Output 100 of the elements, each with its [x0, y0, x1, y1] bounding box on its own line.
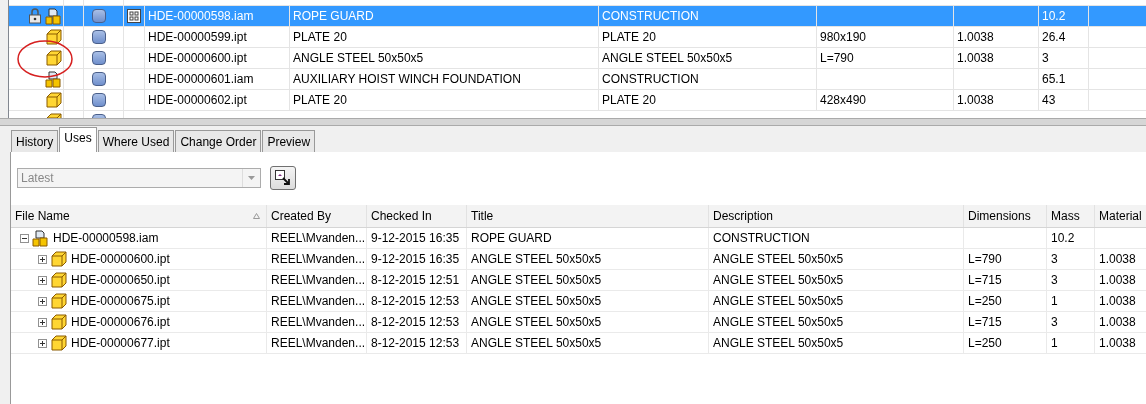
table-cell: L=790 — [964, 249, 1047, 270]
column-header[interactable]: Material — [1095, 205, 1146, 227]
arrow-icon — [274, 169, 292, 187]
table-cell: L=250 — [964, 333, 1047, 354]
grid-cell: HDE-00000599.ipt — [145, 27, 290, 47]
table-cell: 3 — [1047, 270, 1095, 291]
table-cell: 1.0038 — [1095, 291, 1146, 312]
grid-cell: HDE-00000602.ipt — [145, 90, 290, 110]
caret-icon — [248, 176, 255, 180]
table-cell: ANGLE STEEL 50x50x5 — [709, 249, 964, 270]
grid-cell: PLATE 20 — [599, 27, 817, 47]
table-cell: ANGLE STEEL 50x50x5 — [467, 333, 709, 354]
expander-icon[interactable] — [38, 338, 47, 348]
table-cell: L=715 — [964, 270, 1047, 291]
table-cell: REEL\Mvanden... — [267, 312, 367, 333]
grid-row[interactable]: HDE-00000601.iam AUXILIARY HOIST WINCH FOUNDATION CONSTRUCTION 65.1 — [9, 69, 1146, 90]
grid-cell: 10.2 — [1039, 6, 1089, 26]
grid-cell: ANGLE STEEL 50x50x5 — [290, 48, 599, 68]
table-cell: REEL\Mvanden... — [267, 249, 367, 270]
table-cell: 3 — [1047, 249, 1095, 270]
grid-cell: 1.0038 — [954, 48, 1039, 68]
grid-cell: PLATE 20 — [290, 90, 599, 110]
tab[interactable]: History — [11, 130, 59, 152]
table-cell: REEL\Mvanden... — [267, 270, 367, 291]
grid-row[interactable]: HDE-00000602.ipt PLATE 20 PLATE 20 428x490 1.0038 43 — [9, 90, 1146, 111]
grid-cell: ANGLE STEEL 50x50x5 — [599, 48, 817, 68]
grid-cell: 26.4 — [1039, 27, 1089, 47]
column-header[interactable]: Dimensions — [964, 205, 1047, 227]
grid-row[interactable]: HDE-00000599.ipt PLATE 20 PLATE 20 980x190 1.0038 26.4 — [9, 27, 1146, 48]
tab[interactable]: Change Order — [175, 130, 262, 152]
table-cell: 8-12-2015 12:53 — [367, 312, 467, 333]
column-header[interactable]: Checked In — [367, 205, 467, 227]
grid-cell: 3 — [1039, 48, 1089, 68]
status-icon — [92, 9, 106, 23]
grid-cell: 43 — [1039, 90, 1089, 110]
table-cell: ANGLE STEEL 50x50x5 — [467, 312, 709, 333]
grid-cell: HDE-00000598.iam — [145, 6, 290, 26]
table-cell: 8-12-2015 12:51 — [367, 270, 467, 291]
table-cell: 1.0038 — [1095, 312, 1146, 333]
grid-row[interactable]: HDE-00000600.ipt ANGLE STEEL 50x50x5 ANGLE STEEL 50x50x5 L=790 1.0038 3 — [9, 48, 1146, 69]
grid-cell: CONSTRUCTION — [599, 69, 817, 89]
table-cell: ANGLE STEEL 50x50x5 — [467, 291, 709, 312]
grid-cell: 1.0038 — [954, 90, 1039, 110]
table-cell: 1 — [1047, 333, 1095, 354]
expander-icon[interactable] — [38, 254, 47, 264]
table-cell: 8-12-2015 12:53 — [367, 291, 467, 312]
table-cell: HDE-00000675.ipt — [71, 294, 170, 308]
column-header[interactable]: Mass — [1047, 205, 1095, 227]
expander-icon[interactable] — [38, 317, 47, 327]
table-cell: HDE-00000676.ipt — [71, 315, 170, 329]
table-cell: ANGLE STEEL 50x50x5 — [709, 270, 964, 291]
table-cell: ANGLE STEEL 50x50x5 — [467, 249, 709, 270]
tab[interactable]: Where Used — [97, 130, 175, 152]
grid-cell: L=790 — [817, 48, 954, 68]
table-cell: L=715 — [964, 312, 1047, 333]
grid-cell: CONSTRUCTION — [599, 6, 817, 26]
tab[interactable]: Uses — [59, 127, 97, 152]
table-cell: 1.0038 — [1095, 249, 1146, 270]
grid-cell: 65.1 — [1039, 69, 1089, 89]
grid-cell: PLATE 20 — [290, 27, 599, 47]
grid-cell: HDE-00000601.iam — [145, 69, 290, 89]
table-cell: ANGLE STEEL 50x50x5 — [709, 312, 964, 333]
table-cell: 1.0038 — [1095, 270, 1146, 291]
grid-cell: PLATE 20 — [599, 90, 817, 110]
expander-icon[interactable] — [38, 275, 47, 285]
table-cell: HDE-00000677.ipt — [71, 336, 170, 350]
grid-cell: 1.0038 — [954, 27, 1039, 47]
grid-cell: ROPE GUARD — [290, 6, 599, 26]
table-cell: ANGLE STEEL 50x50x5 — [709, 291, 964, 312]
table-cell: REEL\Mvanden... — [267, 291, 367, 312]
table-cell: 1.0038 — [1095, 333, 1146, 354]
table-cell: ANGLE STEEL 50x50x5 — [709, 333, 964, 354]
status-icon — [92, 51, 106, 65]
grid-cell: HDE-00000600.ipt — [145, 48, 290, 68]
table-cell: L=250 — [964, 291, 1047, 312]
column-header[interactable]: Description — [709, 205, 964, 227]
grid-cell: 428x490 — [817, 90, 954, 110]
status-icon — [92, 72, 106, 86]
table-cell: 10.2 — [1047, 228, 1095, 249]
table-cell: 3 — [1047, 312, 1095, 333]
expander-icon[interactable] — [38, 296, 47, 306]
table-cell: HDE-00000650.ipt — [71, 273, 170, 287]
table-cell: ROPE GUARD — [467, 228, 709, 249]
table-cell: ANGLE STEEL 50x50x5 — [467, 270, 709, 291]
tab[interactable]: Preview — [262, 130, 316, 152]
column-header[interactable]: Created By — [267, 205, 367, 227]
column-header[interactable]: Title — [467, 205, 709, 227]
column-header[interactable]: File Name — [11, 205, 267, 227]
table-cell: 1 — [1047, 291, 1095, 312]
go-to-button[interactable] — [270, 166, 296, 190]
table-cell: CONSTRUCTION — [709, 228, 964, 249]
status-icon — [92, 93, 106, 107]
table-cell: 9-12-2015 16:35 — [367, 228, 467, 249]
table-cell: HDE-00000600.ipt — [71, 252, 170, 266]
status-icon — [92, 30, 106, 44]
expander-icon[interactable] — [20, 233, 29, 243]
grid-cell: 980x190 — [817, 27, 954, 47]
table-cell: HDE-00000598.iam — [53, 231, 159, 245]
grid-cell: AUXILIARY HOIST WINCH FOUNDATION — [290, 69, 599, 89]
table-cell: REEL\Mvanden... — [267, 228, 367, 249]
